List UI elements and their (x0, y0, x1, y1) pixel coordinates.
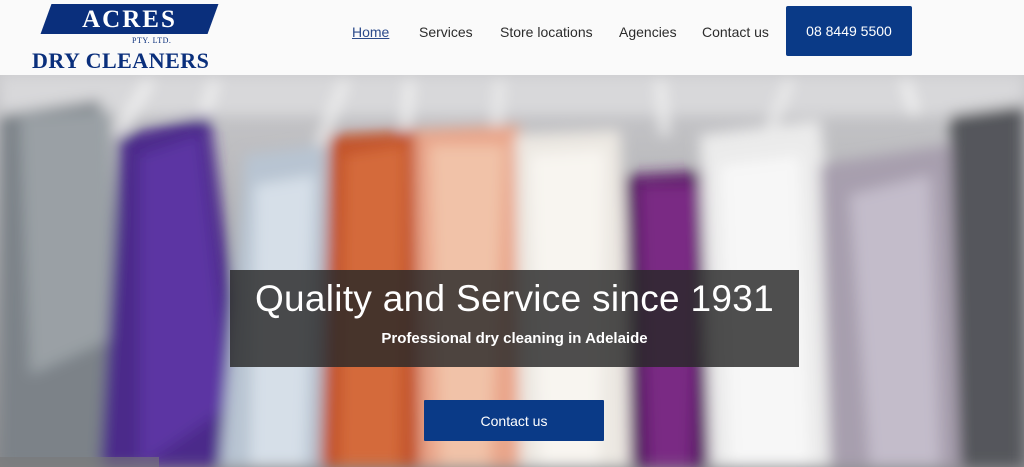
nav-contact-us[interactable]: Contact us (702, 24, 769, 40)
hero-title: Quality and Service since 1931 (254, 278, 775, 319)
phone-button[interactable]: 08 8449 5500 (786, 6, 912, 56)
cookie-tab[interactable] (0, 457, 159, 467)
logo-tagline: DRY CLEANERS (32, 48, 210, 73)
nav-store-locations[interactable]: Store locations (500, 24, 593, 40)
acres-logo[interactable]: ACRES PTY. LTD. DRY CLEANERS (32, 4, 232, 73)
hero-subtitle: Professional dry cleaning in Adelaide (381, 330, 648, 347)
nav-services[interactable]: Services (419, 24, 473, 40)
logo-brand: ACRES (82, 6, 177, 33)
contact-us-button[interactable]: Contact us (424, 400, 604, 441)
logo-pty: PTY. LTD. (132, 36, 172, 45)
nav-home[interactable]: Home (352, 24, 389, 40)
hero-caption: Quality and Service since 1931 Professio… (230, 270, 799, 367)
hero-banner: Quality and Service since 1931 Professio… (0, 75, 1024, 467)
site-header: ACRES PTY. LTD. DRY CLEANERS Home Servic… (0, 0, 1024, 75)
nav-agencies[interactable]: Agencies (619, 24, 677, 40)
